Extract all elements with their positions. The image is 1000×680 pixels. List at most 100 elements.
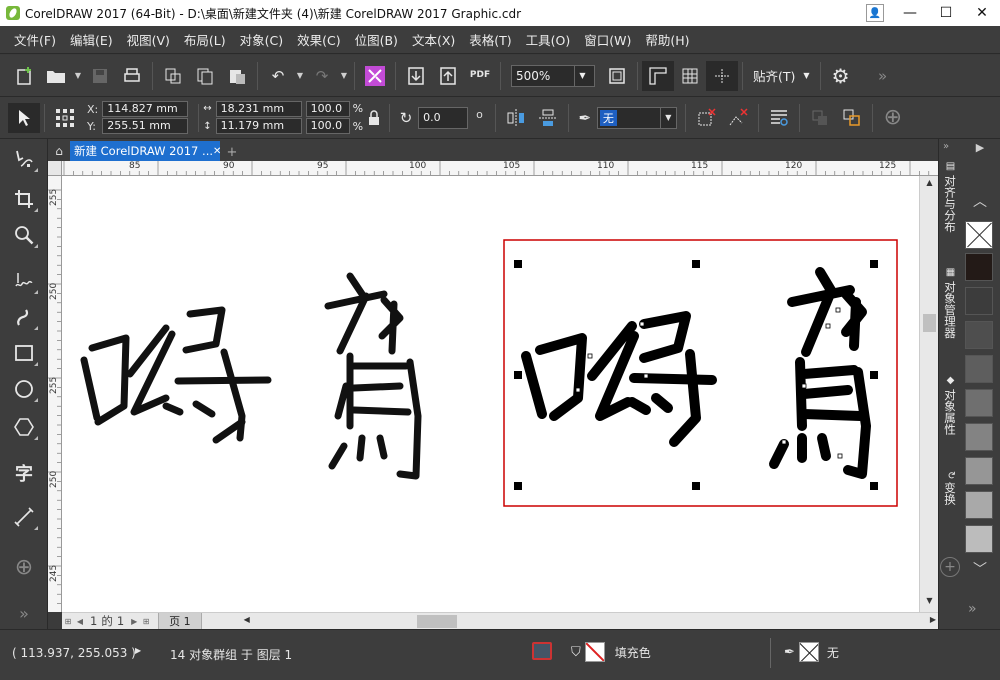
new-document-icon[interactable] (8, 61, 40, 91)
scroll-down-icon[interactable]: ▼ (920, 596, 939, 610)
height-input[interactable]: 11.179 mm (215, 118, 302, 134)
document-tab[interactable]: 新建 CorelDRAW 2017 ... ✕ (70, 141, 220, 161)
add-docker-icon[interactable]: + (940, 557, 960, 577)
palette-overflow-icon[interactable]: » (968, 601, 977, 617)
previous-page-icon[interactable]: ◀ (74, 617, 86, 626)
menu-text[interactable]: 文本(X) (406, 30, 461, 49)
color-swatch[interactable] (965, 389, 993, 417)
maximize-button[interactable]: ☐ (928, 0, 964, 26)
print-icon[interactable] (116, 61, 148, 91)
menu-effects[interactable]: 效果(C) (291, 30, 346, 49)
toolbar-overflow-icon[interactable]: » (867, 61, 899, 91)
mirror-horizontal-icon[interactable] (500, 103, 532, 133)
docker-tab-object-manager[interactable]: ▦ 对象管理器 (942, 267, 958, 339)
rectangle-tool-icon[interactable] (7, 337, 41, 369)
docker-overflow-icon[interactable]: » (943, 141, 949, 152)
minimize-button[interactable]: — (892, 0, 928, 26)
horizontal-ruler[interactable]: 85 90 95 100 105 110 115 120 125 (62, 161, 938, 176)
wrap-text-icon[interactable] (690, 103, 722, 133)
zoom-level-dropdown[interactable]: 500% ▼ (511, 64, 595, 87)
next-page-icon[interactable]: ▶ (128, 617, 140, 626)
vertical-ruler[interactable]: 255 250 255 250 245 (48, 176, 62, 612)
parallel-dimension-tool-icon[interactable] (7, 501, 41, 533)
import-icon[interactable] (400, 61, 432, 91)
undo-icon[interactable]: ↶ (262, 61, 294, 91)
docker-tab-transform[interactable]: ↻ 变换 (942, 471, 958, 505)
menu-view[interactable]: 视图(V) (121, 30, 176, 49)
color-swatch[interactable] (965, 457, 993, 485)
menu-file[interactable]: 文件(F) (8, 30, 62, 49)
search-content-icon[interactable] (359, 61, 391, 91)
no-color-swatch[interactable] (965, 221, 993, 249)
menu-tools[interactable]: 工具(O) (520, 30, 577, 49)
palette-scroll-up-icon[interactable]: ︿ (966, 191, 994, 211)
text-tool-icon[interactable]: 字 (7, 457, 41, 489)
create-boundary-icon[interactable] (836, 103, 868, 133)
menu-help[interactable]: 帮助(H) (639, 30, 695, 49)
menu-table[interactable]: 表格(T) (463, 30, 517, 49)
scale-width-input[interactable]: 100.0 (305, 101, 350, 117)
chevron-down-icon[interactable]: ▼ (659, 107, 676, 128)
docker-tab-align[interactable]: ▤ 对齐与分布 (942, 161, 958, 233)
outline-indicator[interactable]: ✒ 无 (784, 642, 839, 662)
show-grid-icon[interactable] (674, 61, 706, 91)
open-folder-icon[interactable] (40, 61, 72, 91)
vertical-scrollbar[interactable]: ▲ ▼ (919, 176, 938, 612)
toolbox-overflow-icon[interactable]: » (7, 597, 41, 629)
rotation-angle-input[interactable]: 0.0 (418, 106, 469, 129)
crop-tool-icon[interactable] (7, 183, 41, 215)
x-position-input[interactable]: 114.827 mm (102, 101, 189, 117)
color-swatch[interactable] (965, 525, 993, 553)
horizontal-scrollbar[interactable]: ◀ ▶ (242, 613, 938, 630)
color-swatch[interactable] (965, 355, 993, 383)
account-icon[interactable]: 👤 (866, 4, 884, 22)
outline-width-dropdown[interactable]: 无 ▼ (596, 106, 677, 129)
break-apart-icon[interactable] (722, 103, 754, 133)
first-page-icon[interactable]: ⊞ (62, 617, 74, 626)
scroll-up-icon[interactable]: ▲ (920, 178, 939, 192)
fill-indicator[interactable]: ⛉ 填充色 (571, 642, 651, 662)
y-position-input[interactable]: 255.51 mm (102, 118, 189, 134)
traced-calligraphy-group[interactable] (521, 267, 871, 479)
close-button[interactable]: ✕ (964, 0, 1000, 26)
scanned-calligraphy-bitmap[interactable] (80, 272, 422, 480)
width-input[interactable]: 18.231 mm (215, 101, 302, 117)
copy-icon[interactable] (189, 61, 221, 91)
add-tool-icon[interactable]: ⊕ (7, 551, 41, 583)
palette-scroll-down-icon[interactable]: ﹀ (966, 559, 994, 579)
full-screen-icon[interactable] (601, 61, 633, 91)
mirror-vertical-icon[interactable] (532, 103, 564, 133)
palette-flyout-icon[interactable]: ▶ (966, 141, 994, 161)
cut-icon[interactable] (157, 61, 189, 91)
publish-pdf-icon[interactable]: PDF (464, 61, 496, 91)
color-swatch[interactable] (965, 321, 993, 349)
docker-tab-object-properties[interactable]: ◆ 对象属性 (942, 375, 958, 435)
menu-layout[interactable]: 布局(L) (178, 30, 232, 49)
ellipse-tool-icon[interactable] (7, 373, 41, 405)
chevron-down-icon[interactable]: ▼ (803, 71, 809, 80)
freehand-tool-icon[interactable] (7, 265, 41, 297)
ruler-origin-corner[interactable] (48, 161, 62, 176)
chevron-right-icon[interactable]: ▶ (135, 646, 141, 655)
polygon-tool-icon[interactable] (7, 411, 41, 443)
show-guidelines-icon[interactable] (706, 60, 738, 91)
snap-to-dropdown[interactable]: 贴齐(T) ▼ (747, 64, 816, 88)
chevron-down-icon[interactable]: ▼ (294, 71, 306, 80)
menu-object[interactable]: 对象(C) (234, 30, 289, 49)
color-swatch[interactable] (965, 287, 993, 315)
close-tab-icon[interactable]: ✕ (213, 146, 220, 157)
chevron-down-icon[interactable]: ▼ (72, 71, 84, 80)
text-wrap-options-icon[interactable] (763, 103, 795, 133)
color-swatch[interactable] (965, 423, 993, 451)
export-icon[interactable] (432, 61, 464, 91)
menu-bitmaps[interactable]: 位图(B) (349, 30, 404, 49)
options-gear-icon[interactable]: ⚙ (825, 61, 857, 91)
shape-tool-icon[interactable] (7, 143, 41, 175)
scroll-right-icon[interactable]: ▶ (930, 615, 936, 624)
vertical-scroll-thumb[interactable] (923, 314, 936, 332)
menu-edit[interactable]: 编辑(E) (64, 30, 119, 49)
scroll-left-icon[interactable]: ◀ (244, 615, 250, 624)
show-rulers-icon[interactable] (642, 60, 674, 91)
object-origin-icon[interactable] (49, 103, 81, 133)
drawing-canvas[interactable] (62, 176, 919, 612)
